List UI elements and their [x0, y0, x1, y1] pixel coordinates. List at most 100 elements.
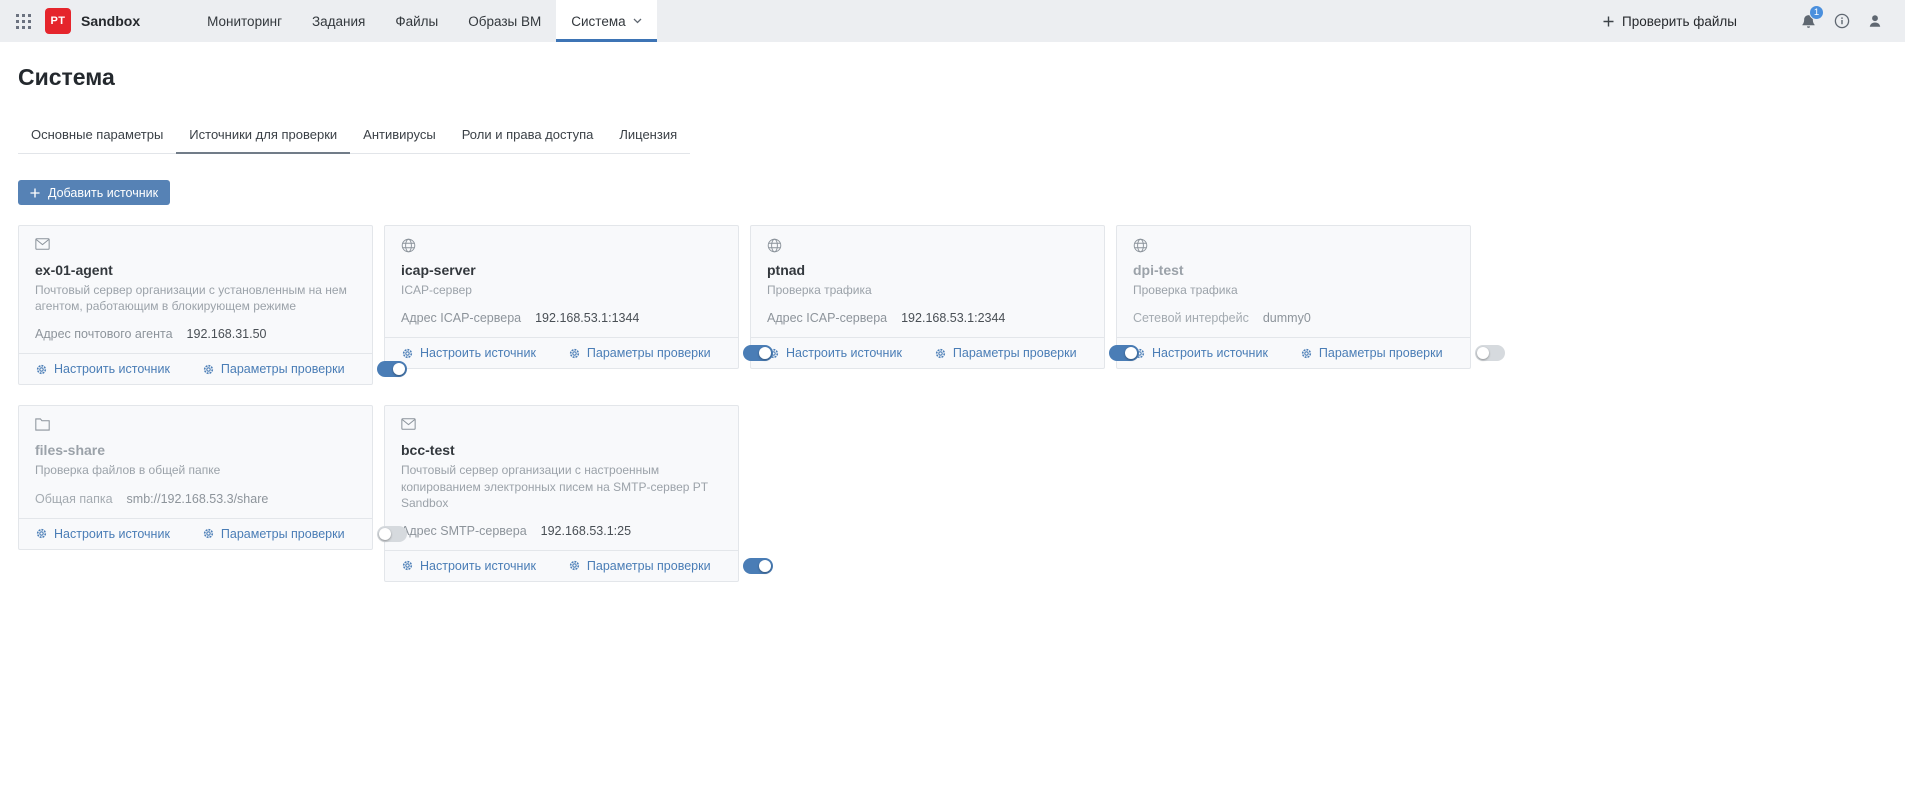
check-params-label: Параметры проверки: [221, 362, 345, 376]
add-source-button[interactable]: Добавить источник: [18, 180, 170, 205]
check-files-button[interactable]: Проверить файлы: [1603, 14, 1737, 29]
nav-item-system[interactable]: Система: [556, 0, 656, 42]
property-value: 192.168.53.1:2344: [901, 311, 1005, 325]
tab-main-parameters[interactable]: Основные параметры: [18, 118, 176, 153]
notification-badge: 1: [1809, 5, 1824, 20]
configure-source-link[interactable]: Настроить источник: [767, 346, 902, 360]
globe-icon: [1133, 238, 1454, 253]
check-params-label: Параметры проверки: [953, 346, 1077, 360]
gear-icon: [35, 363, 48, 376]
tab-antiviruses[interactable]: Антивирусы: [350, 118, 449, 153]
globe-icon: [767, 238, 1088, 253]
configure-source-label: Настроить источник: [54, 527, 170, 541]
card-footer: Настроить источник Параметры проверки: [19, 518, 372, 549]
card-toggle[interactable]: [377, 526, 407, 542]
nav-item-vm-images[interactable]: Образы ВМ: [453, 0, 556, 42]
page-title: Система: [18, 64, 1905, 91]
check-params-link[interactable]: Параметры проверки: [568, 346, 711, 360]
gear-icon: [568, 347, 581, 360]
add-source-label: Добавить источник: [48, 186, 158, 200]
card-footer: Настроить источник Параметры проверки: [751, 337, 1104, 368]
notifications-bell-icon[interactable]: 1: [1800, 13, 1817, 30]
tab-roles-access[interactable]: Роли и права доступа: [449, 118, 607, 153]
configure-source-link[interactable]: Настроить источник: [1133, 346, 1268, 360]
source-card: files-share Проверка файлов в общей папк…: [18, 405, 373, 549]
check-params-link[interactable]: Параметры проверки: [202, 362, 345, 376]
property-value: dummy0: [1263, 311, 1311, 325]
card-body: bcc-test Почтовый сервер организации с н…: [385, 406, 738, 550]
source-property: Адрес SMTP-сервера 192.168.53.1:25: [401, 524, 722, 538]
source-card: ex-01-agent Почтовый сервер организации …: [18, 225, 373, 385]
property-label: Сетевой интерфейс: [1133, 311, 1249, 325]
check-params-link[interactable]: Параметры проверки: [202, 527, 345, 541]
configure-source-label: Настроить источник: [420, 559, 536, 573]
configure-source-label: Настроить источник: [54, 362, 170, 376]
configure-source-label: Настроить источник: [1152, 346, 1268, 360]
property-value: 192.168.53.1:1344: [535, 311, 639, 325]
card-footer: Настроить источник Параметры проверки: [1117, 337, 1470, 368]
top-bar-left: PT Sandbox: [0, 0, 140, 42]
gear-icon: [1300, 347, 1313, 360]
tabs-bar: Основные параметры Источники для проверк…: [18, 118, 690, 154]
gear-icon: [202, 527, 215, 540]
source-description: Проверка трафика: [767, 282, 1088, 298]
source-title: ptnad: [767, 262, 1088, 278]
card-body: ptnad Проверка трафика Адрес ICAP-сервер…: [751, 226, 1104, 337]
property-label: Адрес SMTP-сервера: [401, 524, 527, 538]
check-params-link[interactable]: Параметры проверки: [568, 559, 711, 573]
card-toggle[interactable]: [377, 361, 407, 377]
card-toggle[interactable]: [1475, 345, 1505, 361]
source-property: Общая папка smb://192.168.53.3/share: [35, 492, 356, 506]
plus-icon: [1603, 16, 1614, 27]
apps-grid-icon[interactable]: [16, 14, 31, 29]
source-card: dpi-test Проверка трафика Сетевой интерф…: [1116, 225, 1471, 369]
source-title: icap-server: [401, 262, 722, 278]
chevron-down-icon: [633, 18, 642, 24]
property-label: Адрес ICAP-сервера: [401, 311, 521, 325]
user-icon[interactable]: [1867, 13, 1883, 29]
source-property: Адрес ICAP-сервера 192.168.53.1:1344: [401, 311, 722, 325]
card-body: dpi-test Проверка трафика Сетевой интерф…: [1117, 226, 1470, 337]
tab-license[interactable]: Лицензия: [606, 118, 690, 153]
nav-item-files[interactable]: Файлы: [380, 0, 453, 42]
pt-logo[interactable]: PT: [45, 8, 71, 34]
check-params-label: Параметры проверки: [221, 527, 345, 541]
check-params-label: Параметры проверки: [587, 346, 711, 360]
nav-item-tasks[interactable]: Задания: [297, 0, 380, 42]
source-card: icap-server ICAP-сервер Адрес ICAP-серве…: [384, 225, 739, 369]
source-title: ex-01-agent: [35, 262, 356, 278]
info-icon[interactable]: [1834, 13, 1850, 29]
source-description: ICAP-сервер: [401, 282, 722, 298]
source-cards: ex-01-agent Почтовый сервер организации …: [18, 225, 1471, 582]
main-nav: Мониторинг Задания Файлы Образы ВМ Систе…: [192, 0, 657, 42]
source-card: ptnad Проверка трафика Адрес ICAP-сервер…: [750, 225, 1105, 369]
check-params-label: Параметры проверки: [1319, 346, 1443, 360]
check-params-link[interactable]: Параметры проверки: [934, 346, 1077, 360]
card-toggle[interactable]: [1109, 345, 1139, 361]
source-title: files-share: [35, 442, 356, 458]
plus-icon: [30, 188, 40, 198]
property-label: Общая папка: [35, 492, 113, 506]
source-property: Сетевой интерфейс dummy0: [1133, 311, 1454, 325]
check-params-link[interactable]: Параметры проверки: [1300, 346, 1443, 360]
configure-source-link[interactable]: Настроить источник: [401, 559, 536, 573]
nav-item-monitoring[interactable]: Мониторинг: [192, 0, 297, 42]
source-description: Почтовый сервер организации с настроенны…: [401, 462, 722, 511]
card-footer: Настроить источник Параметры проверки: [385, 550, 738, 581]
gear-icon: [35, 527, 48, 540]
card-toggle[interactable]: [743, 558, 773, 574]
mail-icon: [401, 418, 722, 433]
globe-icon: [401, 238, 722, 253]
top-bar-right: Проверить файлы 1: [1603, 0, 1905, 42]
configure-source-link[interactable]: Настроить источник: [35, 527, 170, 541]
property-label: Адрес почтового агента: [35, 327, 173, 341]
property-value: 192.168.31.50: [187, 327, 267, 341]
property-value: 192.168.53.1:25: [541, 524, 631, 538]
folder-icon: [35, 418, 356, 433]
nav-item-system-label: Система: [571, 14, 625, 29]
configure-source-link[interactable]: Настроить источник: [35, 362, 170, 376]
configure-source-link[interactable]: Настроить источник: [401, 346, 536, 360]
tab-check-sources[interactable]: Источники для проверки: [176, 118, 350, 153]
card-toggle[interactable]: [743, 345, 773, 361]
source-description: Почтовый сервер организации с установлен…: [35, 282, 356, 314]
